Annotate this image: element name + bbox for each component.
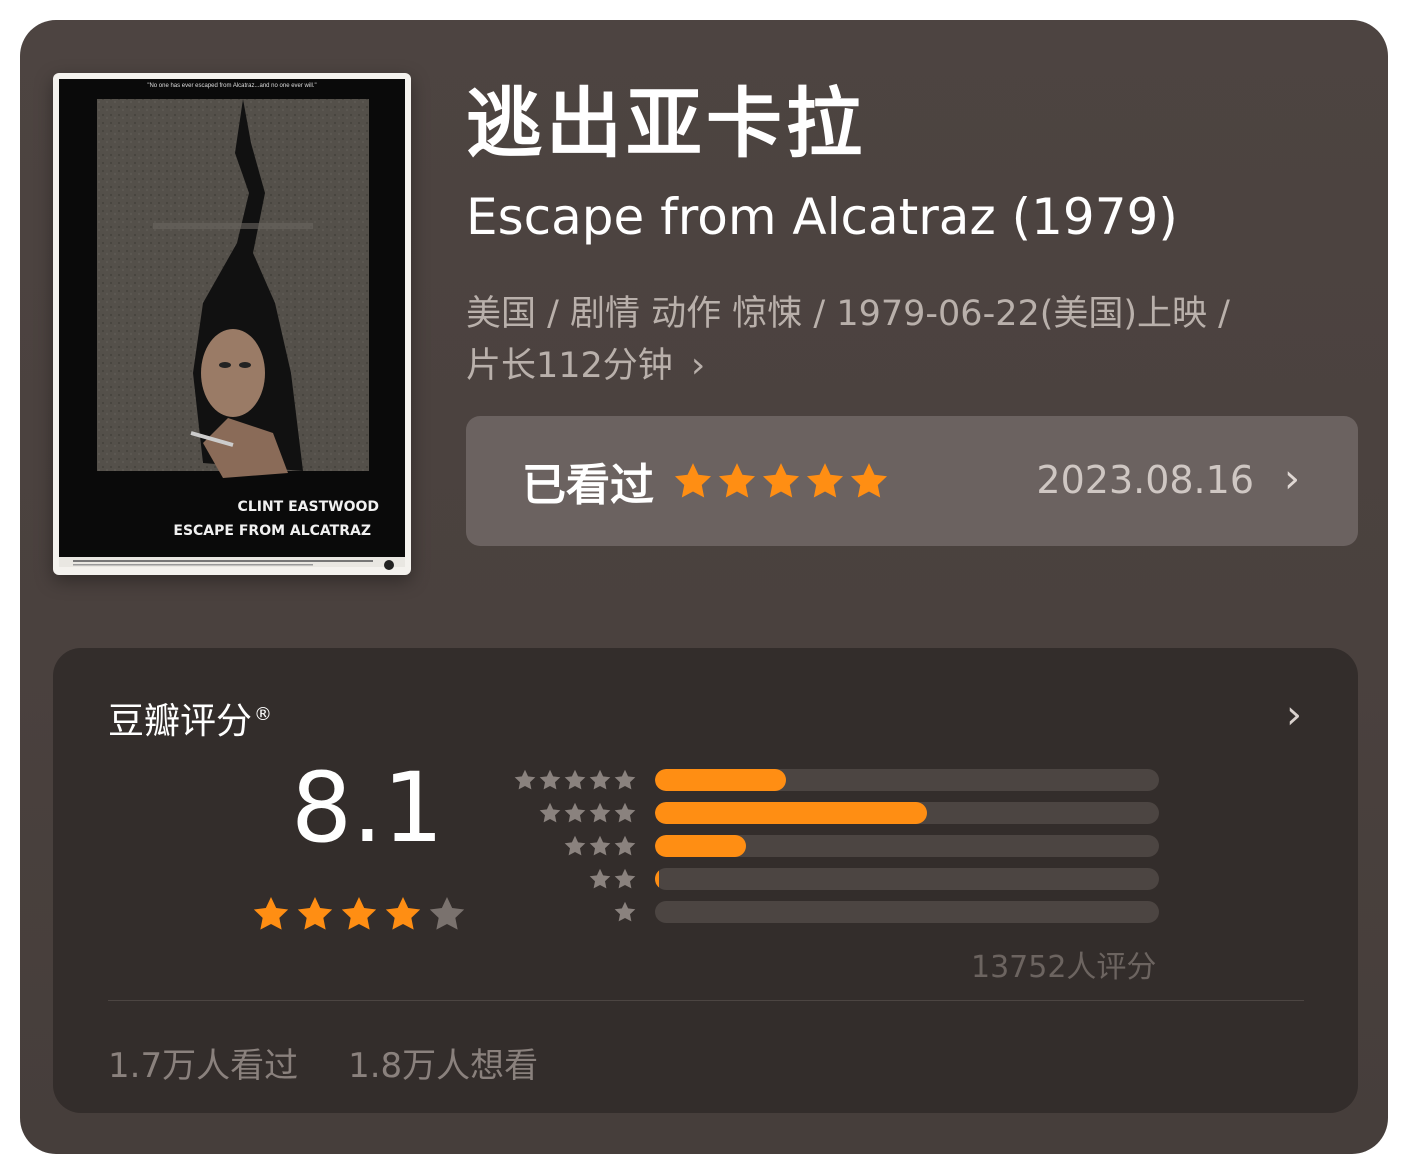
rating-bar-fill [655,835,746,857]
star-icon [539,802,561,823]
star-icon [614,868,636,889]
rating-bar-row [509,799,1169,827]
rating-bar-track [655,769,1159,791]
star-icon [762,463,800,498]
movie-card: "No one has ever escaped from Alcatraz..… [20,20,1388,1154]
rating-count: 13752人评分 [971,950,1157,985]
star-icon [564,802,586,823]
star-icon [614,901,636,922]
star-icon [589,835,611,856]
star-icon [674,463,712,498]
registered-mark: ® [254,704,273,725]
audience-stats: 1.7万人看过 1.8万人想看 [108,1038,538,1087]
rating-bar-stars [509,768,637,792]
rating-bar-fill [655,769,787,791]
rating-score-stars [251,894,467,934]
rating-bar-stars [509,834,637,858]
rating-heading: 豆瓣评分 ® [108,692,272,744]
star-icon [718,463,756,498]
douban-rating-panel[interactable]: 豆瓣评分 ® › 8.1 13752人评分 1.7万人看过 1.8万人想看 [53,648,1358,1113]
meta-line-1: 美国 / 剧情 动作 惊悚 / 1979-06-22(美国)上映 / [466,294,1230,334]
star-icon [589,769,611,790]
star-icon [514,769,536,790]
watched-count[interactable]: 1.7万人看过 [108,1038,298,1087]
star-icon [429,897,465,930]
user-rating-stars [672,460,890,502]
star-icon [253,897,289,930]
star-icon [297,897,333,930]
star-icon [564,769,586,790]
star-icon [850,463,888,498]
rating-bar-row [509,898,1169,926]
chevron-right-icon: › [690,345,706,386]
poster-tagline: "No one has ever escaped from Alcatraz..… [147,83,316,89]
movie-poster[interactable]: "No one has ever escaped from Alcatraz..… [53,73,411,575]
chevron-right-icon: › [1284,456,1300,502]
rating-bar-fill [655,802,928,824]
divider [108,1000,1304,1001]
chevron-right-icon[interactable]: › [1286,692,1302,738]
watched-date: 2023.08.16 [1036,458,1254,502]
rating-bar-row [509,865,1169,893]
star-icon [614,769,636,790]
star-icon [589,868,611,889]
rating-bar-fill [655,868,659,890]
star-icon [614,802,636,823]
rating-bar-track [655,835,1159,857]
star-icon [539,769,561,790]
star-icon [589,802,611,823]
poster-actor: CLINT EASTWOOD [238,499,379,515]
rating-bar-track [655,802,1159,824]
rating-bar-track [655,868,1159,890]
star-icon [385,897,421,930]
rating-bar-row [509,832,1169,860]
poster-film-title: ESCAPE FROM ALCATRAZ [173,523,371,539]
star-icon [806,463,844,498]
meta-line-2: 片长112分钟 [466,346,673,386]
rating-bar-stars [509,801,637,825]
movie-meta[interactable]: 美国 / 剧情 动作 惊悚 / 1979-06-22(美国)上映 / 片长112… [466,288,1346,392]
rating-heading-text: 豆瓣评分 [108,701,253,742]
star-icon [564,835,586,856]
rating-bar-track [655,901,1159,923]
want-count[interactable]: 1.8万人想看 [348,1038,538,1087]
rating-bar-row [509,766,1169,794]
movie-title-cn: 逃出亚卡拉 [466,79,866,168]
rating-bar-stars [509,900,637,924]
star-icon [341,897,377,930]
star-icon [614,835,636,856]
watched-label: 已看过 [522,460,654,511]
rating-score: 8.1 [291,752,444,864]
movie-title-en: Escape from Alcatraz (1979) [466,188,1178,246]
watched-status-bar[interactable]: 已看过 2023.08.16 › [466,416,1358,546]
rating-bar-stars [509,867,637,891]
